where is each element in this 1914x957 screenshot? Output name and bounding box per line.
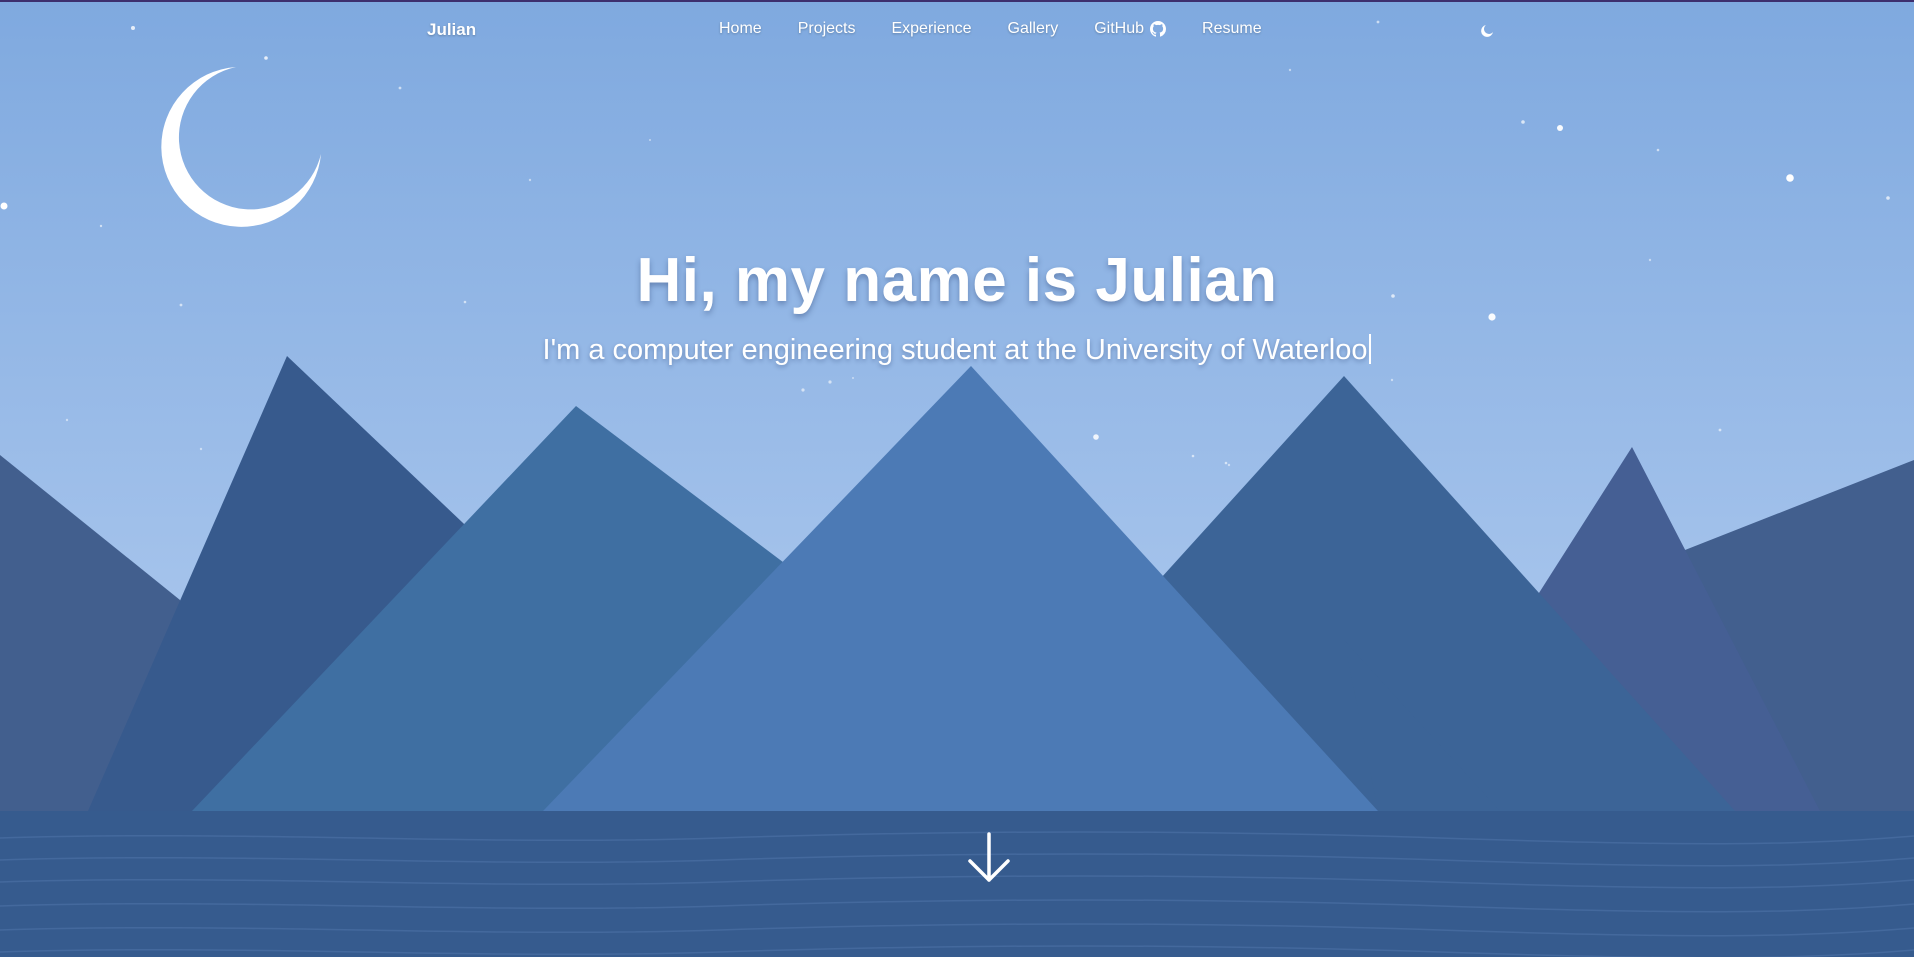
- typing-cursor: [1369, 334, 1372, 364]
- moon-icon: [1481, 25, 1493, 37]
- hero-subtitle: I'm a computer engineering student at th…: [542, 334, 1368, 366]
- nav-link-github-label: GitHub: [1094, 20, 1145, 37]
- night-landscape-background: [0, 0, 1914, 957]
- github-icon: [1150, 21, 1167, 37]
- hero-section: Hi, my name is Julian I'm a computer eng…: [0, 245, 1914, 367]
- theme-toggle-button[interactable]: [1478, 22, 1496, 40]
- nav-link-experience[interactable]: Experience: [891, 20, 971, 38]
- arrow-down-icon: [968, 832, 1010, 882]
- scroll-down-button[interactable]: [966, 832, 1012, 884]
- top-navigation: Julian Home Projects Experience Gallery …: [0, 0, 1914, 60]
- nav-link-github[interactable]: GitHub: [1094, 20, 1167, 38]
- nav-link-gallery[interactable]: Gallery: [1008, 20, 1059, 38]
- nav-link-resume[interactable]: Resume: [1202, 20, 1262, 38]
- hero-title: Hi, my name is Julian: [636, 246, 1278, 315]
- brand-link[interactable]: Julian: [427, 20, 476, 40]
- nav-link-home[interactable]: Home: [719, 20, 762, 38]
- nav-link-projects[interactable]: Projects: [798, 20, 856, 38]
- hero-subtitle-line: I'm a computer engineering student at th…: [0, 334, 1914, 367]
- nav-links: Home Projects Experience Gallery GitHub …: [719, 20, 1262, 38]
